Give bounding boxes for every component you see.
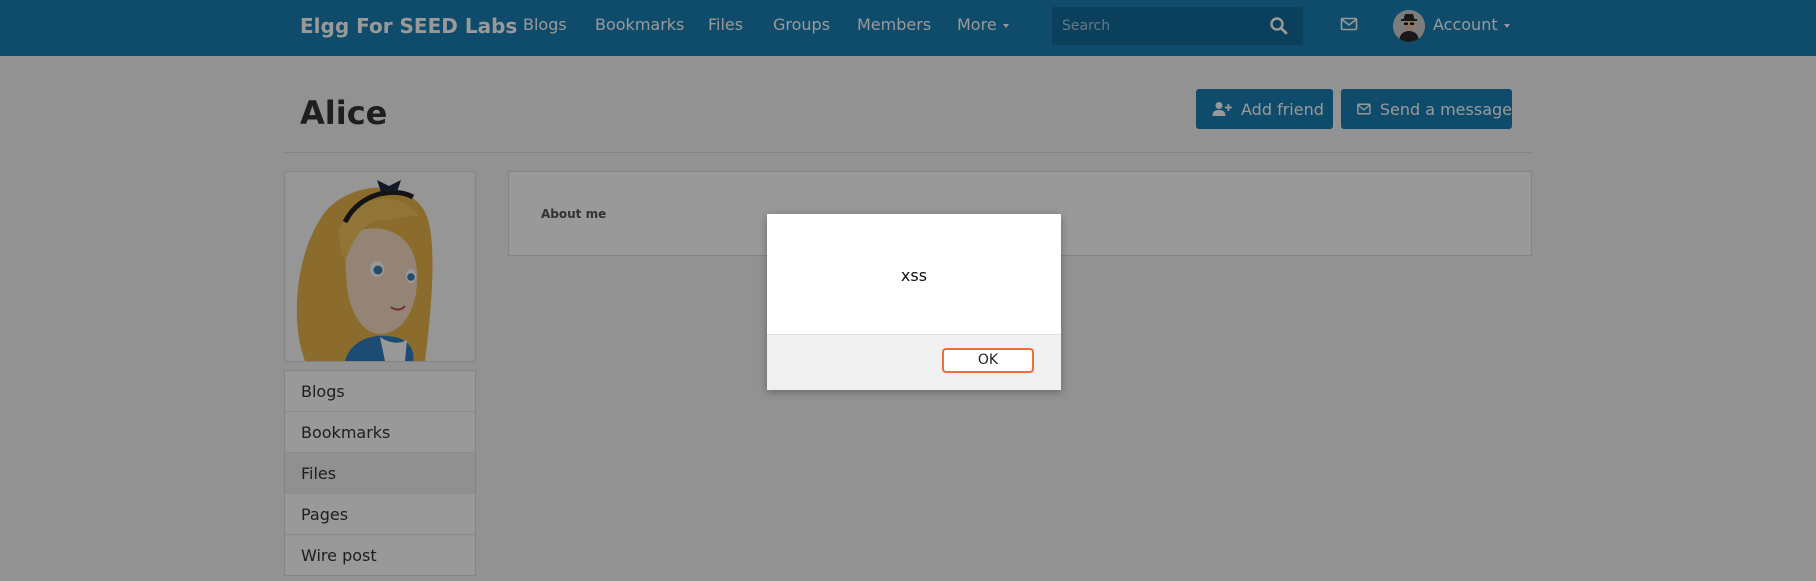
alert-dialog: xss OK: [767, 214, 1061, 390]
ok-button[interactable]: OK: [942, 348, 1034, 373]
alert-footer: OK: [767, 334, 1061, 390]
alert-message: xss: [900, 266, 928, 285]
